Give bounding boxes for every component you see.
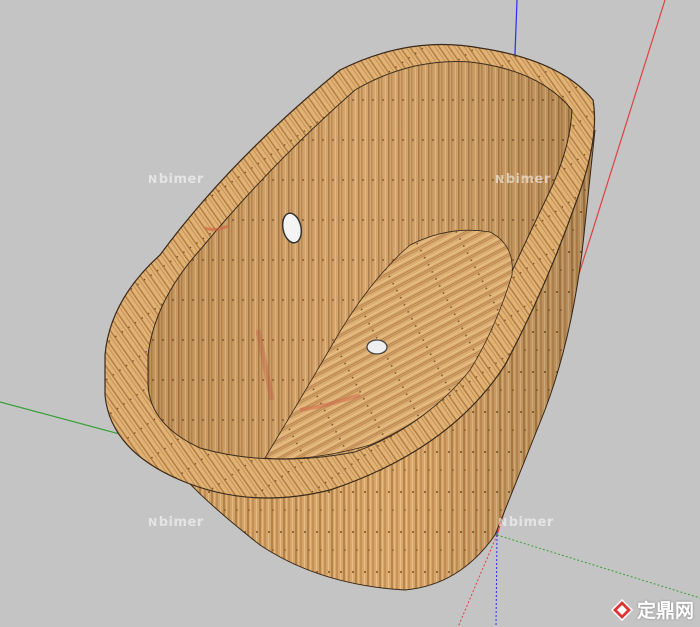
blue-axis-dotted [495,534,498,627]
watermark-mark: N [495,173,505,186]
bathtub-scene [0,0,700,627]
green-axis-dotted [496,534,700,599]
watermark-mark: N [498,516,508,529]
site-logo: 定鼎网 [610,596,694,623]
watermark-mark: N [148,516,158,529]
watermark-mark: N [148,173,158,186]
watermark-text: bimer [508,515,554,530]
drain-icon [366,339,388,355]
watermark-bimer: Nbimer [148,515,204,530]
watermark-bimer: Nbimer [495,172,551,187]
bathtub-model[interactable] [104,43,596,591]
watermark-text: bimer [158,515,204,530]
logo-text: 定鼎网 [636,600,694,622]
watermark-bimer: Nbimer [498,515,554,530]
diamond-logo-icon [610,598,633,621]
watermark-text: bimer [158,172,204,187]
watermark-text: bimer [505,172,551,187]
watermark-bimer: Nbimer [148,172,204,187]
modeling-viewport[interactable]: Nbimer Nbimer Nbimer Nbimer 定鼎网 [0,0,700,627]
